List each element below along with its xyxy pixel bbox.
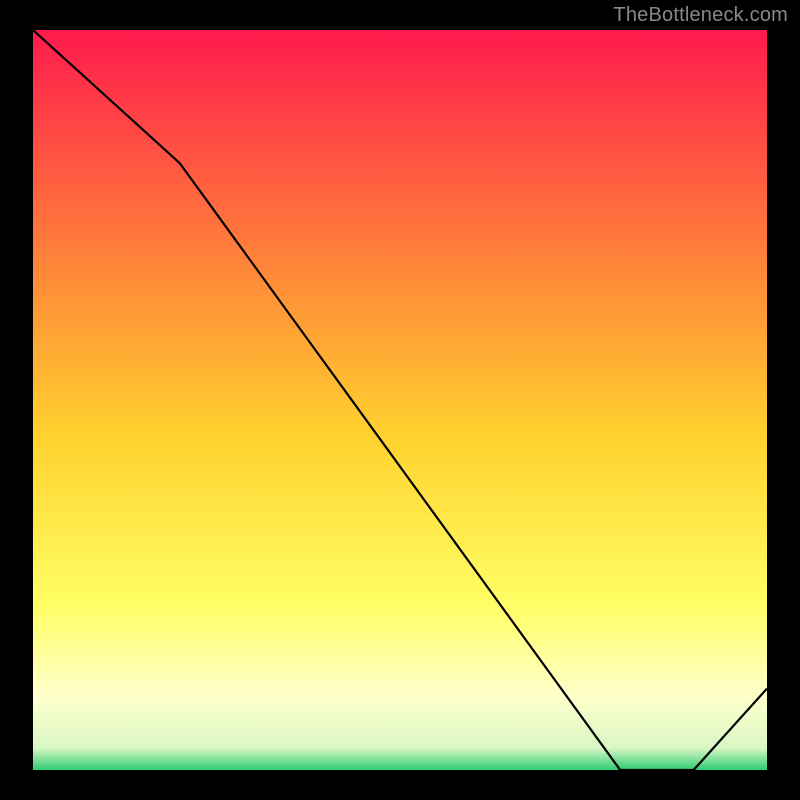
watermark-text: TheBottleneck.com: [613, 4, 788, 27]
chart-frame: TheBottleneck.com: [0, 0, 800, 800]
chart-line: [33, 30, 767, 770]
plot-area: [33, 30, 767, 770]
chart-line-layer: [33, 30, 767, 770]
